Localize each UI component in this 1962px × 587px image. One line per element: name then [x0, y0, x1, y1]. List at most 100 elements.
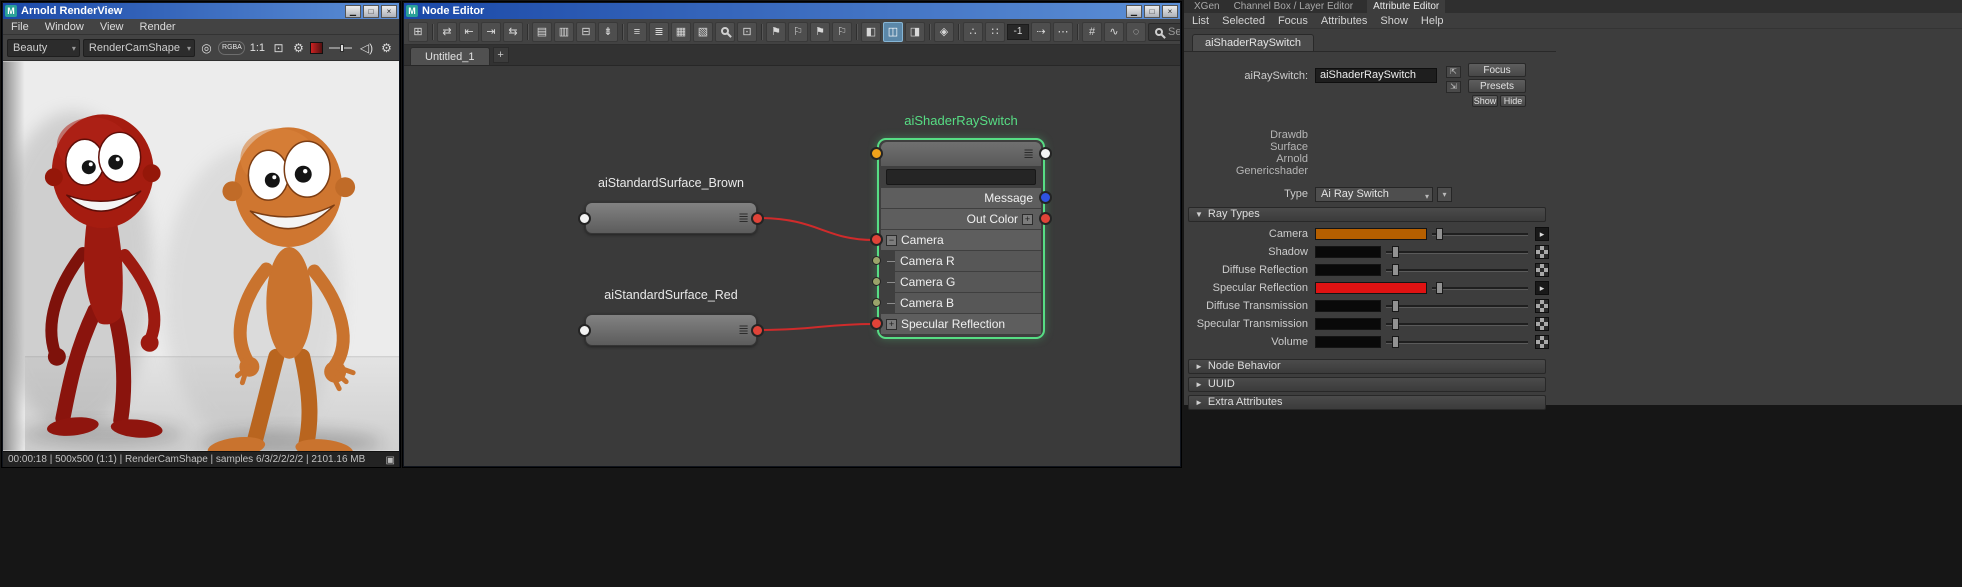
color-swatch[interactable] [1315, 336, 1381, 348]
presets-button[interactable]: Presets [1468, 79, 1526, 93]
hash-grid-icon[interactable]: # [1082, 21, 1102, 42]
input-connections-icon[interactable]: ⇤ [459, 21, 479, 42]
color-swatch[interactable] [1315, 228, 1427, 240]
add-tab-button[interactable]: + [492, 47, 509, 63]
menu-attributes[interactable]: Attributes [1321, 15, 1367, 27]
gamma-slider-handle[interactable] [339, 43, 344, 52]
pin-icon[interactable]: ⇟ [598, 21, 618, 42]
section-uuid[interactable]: ► UUID [1188, 377, 1546, 392]
type-dropdown-button[interactable]: ▾ [1437, 187, 1452, 202]
map-texture-button[interactable] [1535, 335, 1549, 349]
node-menu-icon[interactable]: ≣ [1023, 146, 1034, 162]
minimize-button[interactable]: ▁ [345, 4, 361, 18]
camera-select[interactable]: RenderCamShape ▾ [82, 38, 196, 57]
expand-icon[interactable]: + [1022, 214, 1033, 225]
snapshot-target-icon[interactable]: ◎ [198, 39, 215, 57]
bookmark-prev-icon[interactable]: ⚐ [832, 21, 852, 42]
aov-select[interactable]: Beauty ▾ [7, 38, 80, 57]
rgba-channels-button[interactable]: RGBA [218, 40, 245, 55]
node-name-input[interactable]: aiShaderRaySwitch [1315, 68, 1437, 83]
menu-window[interactable]: Window [45, 21, 84, 33]
renderview-titlebar[interactable]: M Arnold RenderView ▁ □ × [3, 3, 399, 19]
connect-mode-icon[interactable]: ⇄ [437, 21, 457, 42]
menu-view[interactable]: View [100, 21, 124, 33]
spacing-icon[interactable]: ⋯ [1053, 21, 1073, 42]
tab-untitled-1[interactable]: Untitled_1 [410, 47, 490, 65]
value-slider[interactable] [1386, 264, 1528, 276]
crosshair-icon[interactable]: ◌ [1126, 21, 1146, 42]
node-editor-titlebar[interactable]: M Node Editor ▁ □ × [404, 3, 1180, 19]
panel-tab-channel-box[interactable]: Channel Box / Layer Editor [1234, 0, 1354, 13]
header-output-port[interactable] [1039, 147, 1052, 160]
map-texture-button[interactable] [1535, 317, 1549, 331]
settings-gear-icon[interactable]: ⚙ [290, 39, 307, 57]
value-slider[interactable] [1386, 318, 1528, 330]
section-extra-attributes[interactable]: ► Extra Attributes [1188, 395, 1546, 410]
maximize-button[interactable]: □ [1144, 4, 1160, 18]
slider-handle[interactable] [1391, 300, 1399, 312]
menu-selected[interactable]: Selected [1222, 15, 1265, 27]
slider-handle[interactable] [1435, 228, 1443, 240]
connection-style-icon[interactable]: ∿ [1104, 21, 1124, 42]
node-aistandardsurface-brown[interactable]: ≣ [578, 202, 764, 234]
node-graph[interactable]: aiStandardSurface_Brown ≣ aiStandardSurf… [404, 66, 1180, 466]
connection-map-button[interactable]: ▸ [1535, 281, 1549, 295]
menu-render[interactable]: Render [140, 21, 176, 33]
node-aistandardsurface-red[interactable]: ≣ [578, 314, 764, 346]
slider-handle[interactable] [1391, 246, 1399, 258]
copy-tab-icon[interactable]: ⇱ [1446, 66, 1461, 78]
speaker-icon[interactable]: ◁) [358, 39, 375, 57]
gamma-slider[interactable] [329, 43, 352, 52]
log-icon[interactable]: ▣ [386, 453, 395, 468]
close-button[interactable]: × [381, 4, 397, 18]
bookmark-add-icon[interactable]: ⚑ [766, 21, 786, 42]
all-connections-icon[interactable]: ⇆ [503, 21, 523, 42]
collapse-icon[interactable]: − [886, 235, 897, 246]
output-port[interactable] [751, 212, 764, 225]
step-icon[interactable]: ⇢ [1031, 21, 1051, 42]
expand-icon[interactable]: + [886, 319, 897, 330]
hide-button[interactable]: Hide [1500, 95, 1526, 107]
output-connections-icon[interactable]: ⇥ [481, 21, 501, 42]
color-swatch[interactable] [1315, 300, 1381, 312]
value-slider[interactable] [1432, 282, 1528, 294]
frame-all-icon[interactable]: ⊡ [737, 21, 757, 42]
display-simple-icon[interactable]: ◧ [861, 21, 881, 42]
align-horizontal-icon[interactable]: ≡ [627, 21, 647, 42]
input-port[interactable] [578, 212, 591, 225]
slider-handle[interactable] [1391, 318, 1399, 330]
add-node-icon[interactable]: ⊞ [408, 21, 428, 42]
snap-dots-icon[interactable]: ∴ [963, 21, 983, 42]
show-button[interactable]: Show [1472, 95, 1498, 107]
menu-list[interactable]: List [1192, 15, 1209, 27]
search-input[interactable]: Search... [1148, 22, 1180, 41]
node-menu-icon[interactable]: ≣ [738, 322, 749, 338]
value-slider[interactable] [1386, 300, 1528, 312]
node-tab[interactable]: aiShaderRaySwitch [1192, 34, 1314, 51]
outcolor-output-port[interactable] [1039, 212, 1052, 225]
value-slider[interactable] [1386, 336, 1528, 348]
menu-show[interactable]: Show [1380, 15, 1408, 27]
output-port[interactable] [751, 324, 764, 337]
close-button[interactable]: × [1162, 4, 1178, 18]
tear-off-icon[interactable]: ⇲ [1446, 81, 1461, 93]
maximize-button[interactable]: □ [363, 4, 379, 18]
menu-help[interactable]: Help [1421, 15, 1444, 27]
color-swatch[interactable] [1315, 264, 1381, 276]
color-swatch[interactable] [1315, 282, 1427, 294]
camera-b-input-port[interactable] [872, 298, 881, 307]
node-filter-field[interactable] [886, 169, 1036, 185]
input-port[interactable] [578, 324, 591, 337]
type-dropdown[interactable]: Ai Ray Switch ▾ [1315, 187, 1433, 202]
align-vertical-icon[interactable]: ≣ [649, 21, 669, 42]
slider-handle[interactable] [1391, 336, 1399, 348]
section-node-behavior[interactable]: ► Node Behavior [1188, 359, 1546, 374]
node-header[interactable]: ≣ [870, 142, 1052, 166]
display-color-swatch[interactable] [310, 41, 324, 54]
grid-size-input[interactable]: -1 [1007, 23, 1029, 40]
render-viewport[interactable] [3, 61, 399, 451]
render-gear-icon[interactable]: ⚙ [378, 39, 395, 57]
clear-graph-icon[interactable]: ⊟ [576, 21, 596, 42]
camera-r-input-port[interactable] [872, 256, 881, 265]
crop-region-icon[interactable]: ⊡ [270, 39, 287, 57]
